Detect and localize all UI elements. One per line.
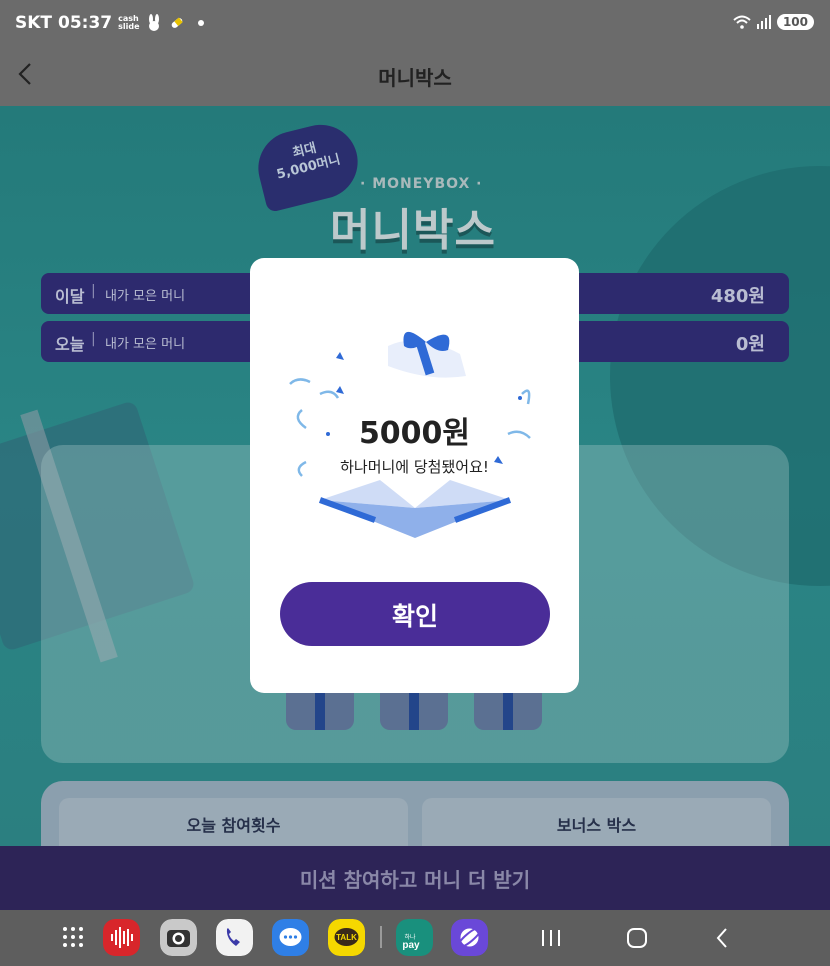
- pill-icon: [171, 17, 183, 28]
- page-title: 머니박스: [378, 66, 452, 90]
- row-label: 이달: [55, 287, 85, 306]
- confirm-button[interactable]: 확인: [280, 582, 550, 646]
- gift-box-1[interactable]: [286, 690, 354, 730]
- row-separator: |: [91, 331, 96, 347]
- row-sublabel: 내가 모은 머니: [105, 289, 186, 304]
- kakaotalk-icon[interactable]: TALK: [328, 919, 365, 956]
- wifi-icon: [733, 15, 751, 29]
- row-amount: 480원: [710, 286, 765, 307]
- app-header: 머니박스: [0, 48, 830, 106]
- rabbit-icon: [148, 14, 159, 31]
- row-label: 오늘: [55, 335, 85, 354]
- prize-amount: 5000원: [358, 416, 471, 451]
- voice-recorder-icon[interactable]: [103, 919, 140, 956]
- hana-pay-icon[interactable]: 하나 pay: [396, 919, 433, 956]
- recent-apps-button[interactable]: [531, 922, 571, 954]
- cashslide-icon: cash slide: [118, 15, 139, 31]
- camera-icon[interactable]: [160, 919, 197, 956]
- taskbar: TALK 하나 pay: [0, 910, 830, 966]
- messages-icon[interactable]: [272, 919, 309, 956]
- prize-message: 하나머니에 당첨됐어요!: [340, 458, 489, 476]
- phone-icon[interactable]: [216, 919, 253, 956]
- gift-lid: [388, 331, 466, 378]
- today-count-card: 오늘 참여횟수: [59, 798, 408, 846]
- battery-indicator: 100: [776, 14, 814, 30]
- mission-button[interactable]: 미션 참여하고 머니 더 받기: [0, 846, 830, 910]
- row-separator: |: [91, 283, 96, 299]
- row-sublabel: 내가 모은 머니: [105, 337, 186, 352]
- dock-divider: [380, 926, 382, 948]
- row-amount: 0원: [735, 334, 765, 355]
- status-bar: SKT 05:37 cash slide 100: [0, 0, 830, 48]
- hana-label-bottom: pay: [402, 940, 420, 951]
- signal-icon: [756, 15, 771, 29]
- carrier-label: SKT: [15, 13, 53, 33]
- browser-icon[interactable]: [451, 919, 488, 956]
- brand-subtitle: · MONEYBOX ·: [360, 176, 483, 192]
- kakao-label: TALK: [336, 933, 357, 942]
- gift-box-3[interactable]: [474, 690, 542, 730]
- notification-dot: [197, 20, 204, 26]
- apps-grid-icon[interactable]: [55, 919, 92, 956]
- cashslide-bottom: slide: [118, 22, 140, 31]
- brand-title: 머니박스: [330, 205, 496, 256]
- home-button[interactable]: [617, 922, 657, 954]
- back-nav-button[interactable]: [703, 922, 743, 954]
- bonus-box-card[interactable]: 보너스 박스: [422, 798, 771, 846]
- gift-box-open: [318, 480, 512, 538]
- clock: 05:37: [58, 13, 113, 33]
- prize-modal: 5000원 하나머니에 당첨됐어요! 확인: [250, 258, 579, 693]
- gift-box-2[interactable]: [380, 690, 448, 730]
